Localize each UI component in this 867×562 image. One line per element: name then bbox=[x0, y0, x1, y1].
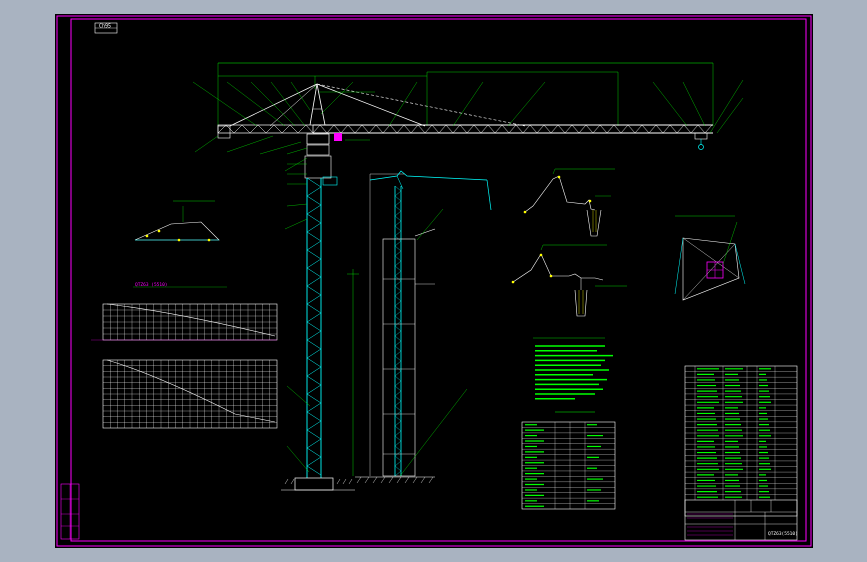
detail-reeving-b bbox=[511, 244, 627, 317]
tower-head bbox=[229, 83, 526, 127]
load-chart-2 bbox=[102, 359, 278, 429]
foundation bbox=[294, 477, 334, 491]
tower-mast bbox=[306, 177, 322, 478]
title-block-label: QTZ63(5510) bbox=[768, 531, 798, 537]
counter-jib-tie-bar bbox=[229, 83, 318, 127]
parameter-table bbox=[521, 411, 616, 510]
drawing-sheet: Ch95 QTZ63(5510) QTZ63 (5510) bbox=[55, 14, 813, 548]
corner-code: Ch95 bbox=[99, 24, 111, 30]
leader-lines bbox=[192, 79, 744, 473]
trolley bbox=[694, 132, 708, 140]
parts-list bbox=[684, 365, 798, 517]
building-outline bbox=[382, 228, 436, 477]
detail-reeving-a bbox=[523, 168, 615, 237]
title-block: QTZ63(5510) bbox=[684, 499, 798, 541]
detail-reeving-left bbox=[134, 200, 220, 242]
slewing-unit bbox=[306, 133, 330, 145]
counter-jib bbox=[217, 124, 314, 134]
slewing-ring bbox=[306, 144, 330, 156]
technical-notes bbox=[533, 337, 613, 400]
jib-tie-bar bbox=[316, 83, 426, 127]
climbing-frame bbox=[304, 155, 332, 179]
counterweight bbox=[217, 125, 231, 139]
load-chart-1 bbox=[91, 303, 278, 341]
main-tower-crane bbox=[192, 62, 744, 491]
hook bbox=[698, 144, 704, 150]
inner-frame bbox=[70, 18, 807, 542]
detail-section-view bbox=[674, 215, 746, 301]
operator-cab bbox=[334, 133, 342, 141]
cad-drawing: Ch95 QTZ63(5510) QTZ63 (5510) bbox=[56, 15, 812, 547]
main-jib bbox=[312, 124, 713, 134]
